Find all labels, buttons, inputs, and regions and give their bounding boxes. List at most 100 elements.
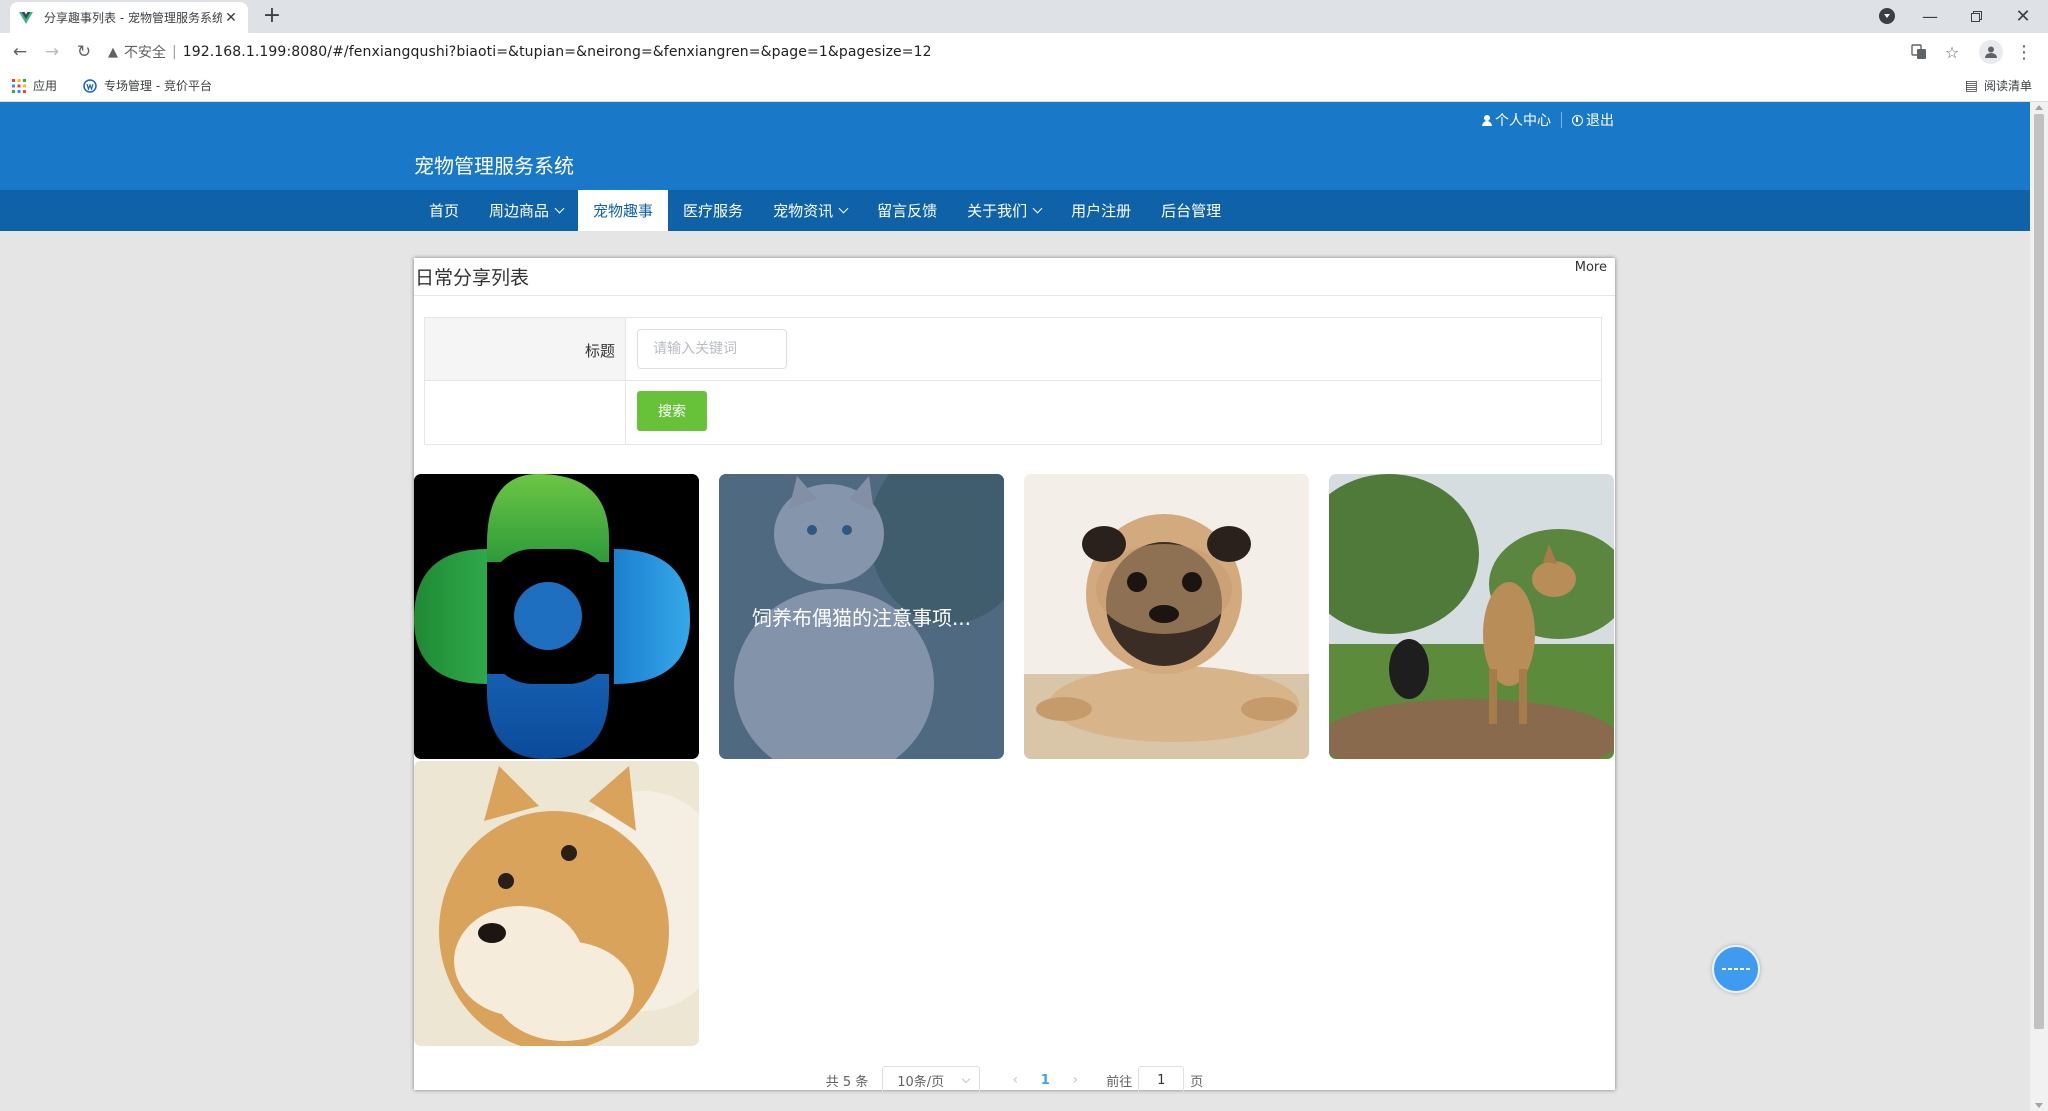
forward-button[interactable]: →	[40, 40, 64, 64]
address-bar[interactable]: ▲ 不安全 | 192.168.1.199:8080/#/fenxiangqus…	[108, 38, 1978, 66]
pug-dog-image	[1024, 474, 1309, 759]
nav-item-label: 留言反馈	[877, 202, 938, 220]
bookmark-label: 专场管理 - 竞价平台	[104, 79, 212, 93]
page-number-current[interactable]: 1	[1030, 1073, 1060, 1088]
prev-page-button[interactable]: ‹	[1000, 1072, 1030, 1088]
nav-item-label: 关于我们	[967, 202, 1028, 220]
nav-item-label: 首页	[429, 202, 460, 220]
chevron-down-icon	[838, 203, 849, 214]
reload-button[interactable]: ↻	[72, 40, 96, 64]
title-label: 标题	[584, 342, 615, 360]
nav-item-8[interactable]: 用户注册	[1056, 190, 1146, 231]
search-row-title: 标题	[425, 318, 1601, 381]
site-favicon-icon	[83, 78, 97, 93]
nav-item-4[interactable]: 医疗服务	[668, 190, 758, 231]
dashes-icon	[1722, 968, 1750, 970]
logout-link[interactable]: 退出	[1572, 110, 1614, 130]
profile-avatar-icon[interactable]	[1979, 40, 2003, 64]
more-link[interactable]: More	[1575, 260, 1607, 275]
keyword-input[interactable]	[637, 329, 787, 369]
nav-item-label: 宠物趣事	[593, 202, 654, 220]
site-header: 宠物管理服务系统 个人中心 退出	[0, 102, 2030, 190]
share-card-5[interactable]	[414, 761, 699, 1046]
bookmark-star-icon[interactable]: ☆	[1940, 40, 1964, 64]
chevron-down-icon	[1032, 203, 1043, 214]
bookmark-apps[interactable]: 应用	[12, 77, 57, 94]
minimize-button[interactable]: —	[1907, 0, 1953, 32]
search-form: 标题 搜索	[424, 317, 1602, 445]
search-button[interactable]: 搜索	[637, 391, 707, 431]
nav-item-7[interactable]: 关于我们	[952, 190, 1056, 231]
nav-item-2[interactable]: 周边商品	[474, 190, 578, 231]
browser-menu-icon[interactable]: ⋮	[2012, 40, 2036, 64]
insecure-label: 不安全	[124, 45, 166, 61]
reading-list-button[interactable]: ▤ 阅读清单	[1965, 77, 2032, 94]
logo-clover-image	[414, 474, 690, 759]
browser-toolbar: ← → ↻ ▲ 不安全 | 192.168.1.199:8080/#/fenxi…	[0, 33, 2048, 70]
bookmark-label: 应用	[33, 79, 58, 93]
label-cell: 标题	[425, 318, 626, 380]
nav-item-label: 周边商品	[489, 202, 550, 220]
nav-item-label: 用户注册	[1071, 202, 1132, 220]
panel-header: 日常分享列表 More	[414, 258, 1615, 296]
vue-favicon-icon	[18, 10, 34, 26]
label-cell-empty	[425, 381, 626, 444]
nav-item-5[interactable]: 宠物资讯	[758, 190, 862, 231]
search-row-actions: 搜索	[425, 381, 1601, 444]
page-scrollbar[interactable]	[2030, 102, 2048, 1111]
scroll-up-icon[interactable]	[2035, 105, 2043, 110]
page-size-select[interactable]: 10条/页	[882, 1066, 981, 1094]
share-list-panel: 日常分享列表 More 标题 搜索	[414, 258, 1615, 1094]
browser-tab[interactable]: 分享趣事列表 - 宠物管理服务系统 ✕	[10, 2, 248, 33]
scrollbar-thumb[interactable]	[2034, 114, 2044, 1029]
card-overlay: 饲养布偶猫的注意事项...	[719, 474, 1004, 759]
bookmark-auction-platform[interactable]: 专场管理 - 竞价平台	[83, 77, 212, 94]
nav-items: 首页 周边商品 宠物趣事 医疗服务 宠物资讯 留言反馈 关于我们 用户注册 后台管理	[414, 190, 1236, 231]
pagination: 共 5 条 10条/页 ‹ 1 › 前往 1 页	[414, 1065, 1615, 1095]
nav-item-1[interactable]: 首页	[414, 190, 474, 231]
restore-button[interactable]	[1953, 0, 1999, 32]
page-viewport: 宠物管理服务系统 个人中心 退出 首页 周边商品 宠物趣事 医疗服务 宠物资讯 留言反馈 关…	[0, 102, 2030, 1111]
nav-item-6[interactable]: 留言反馈	[862, 190, 952, 231]
floating-menu-button[interactable]	[1712, 945, 1760, 993]
goto-page-value: 1	[1157, 1072, 1166, 1088]
pagination-total: 共 5 条	[825, 1074, 869, 1090]
share-card-2[interactable]: 饲养布偶猫的注意事项...	[719, 474, 1004, 759]
apps-grid-icon	[12, 78, 26, 93]
next-page-button[interactable]: ›	[1060, 1072, 1090, 1088]
nav-item-label: 宠物资讯	[773, 202, 834, 220]
tab-search-icon[interactable]	[1879, 8, 1895, 24]
goto-page-input[interactable]: 1	[1138, 1066, 1185, 1094]
power-icon	[1572, 114, 1583, 126]
main-nav: 首页 周边商品 宠物趣事 医疗服务 宠物资讯 留言反馈 关于我们 用户注册 后台管理	[0, 190, 2030, 231]
translate-icon[interactable]	[1907, 40, 1931, 64]
panel-title: 日常分享列表	[415, 267, 530, 289]
tab-title: 分享趣事列表 - 宠物管理服务系统	[44, 11, 222, 25]
nav-item-9[interactable]: 后台管理	[1146, 190, 1236, 231]
share-card-3[interactable]	[1024, 474, 1309, 759]
dogs-outdoor-image	[1329, 474, 1614, 759]
url-text: 192.168.1.199:8080/#/fenxiangqushi?biaot…	[182, 44, 932, 60]
header-user-links: 个人中心 退出	[1482, 110, 1614, 130]
close-window-button[interactable]: ✕	[2000, 0, 2046, 32]
goto-label: 前往	[1106, 1074, 1133, 1090]
reading-list-label: 阅读清单	[1983, 79, 2032, 93]
shiba-dog-image	[414, 761, 699, 1046]
chevron-down-icon	[554, 203, 565, 214]
personal-center-link[interactable]: 个人中心	[1482, 110, 1551, 130]
back-button[interactable]: ←	[8, 40, 32, 64]
tab-close-icon[interactable]: ✕	[222, 10, 240, 26]
nav-item-label: 后台管理	[1161, 202, 1222, 220]
browser-tab-strip: 分享趣事列表 - 宠物管理服务系统 ✕ + — ✕	[0, 0, 2048, 33]
reading-list-icon: ▤	[1964, 77, 1978, 94]
link-divider	[1561, 112, 1562, 128]
share-card-4[interactable]	[1329, 474, 1614, 759]
scroll-down-icon[interactable]	[2035, 1103, 2043, 1108]
new-tab-button[interactable]: +	[258, 4, 286, 28]
nav-item-label: 医疗服务	[683, 202, 744, 220]
share-card-1[interactable]	[414, 474, 699, 759]
nav-item-3[interactable]: 宠物趣事	[578, 190, 669, 231]
chevron-down-icon	[962, 1074, 971, 1084]
user-icon	[1482, 114, 1492, 126]
page-size-value: 10条/页	[897, 1074, 945, 1090]
